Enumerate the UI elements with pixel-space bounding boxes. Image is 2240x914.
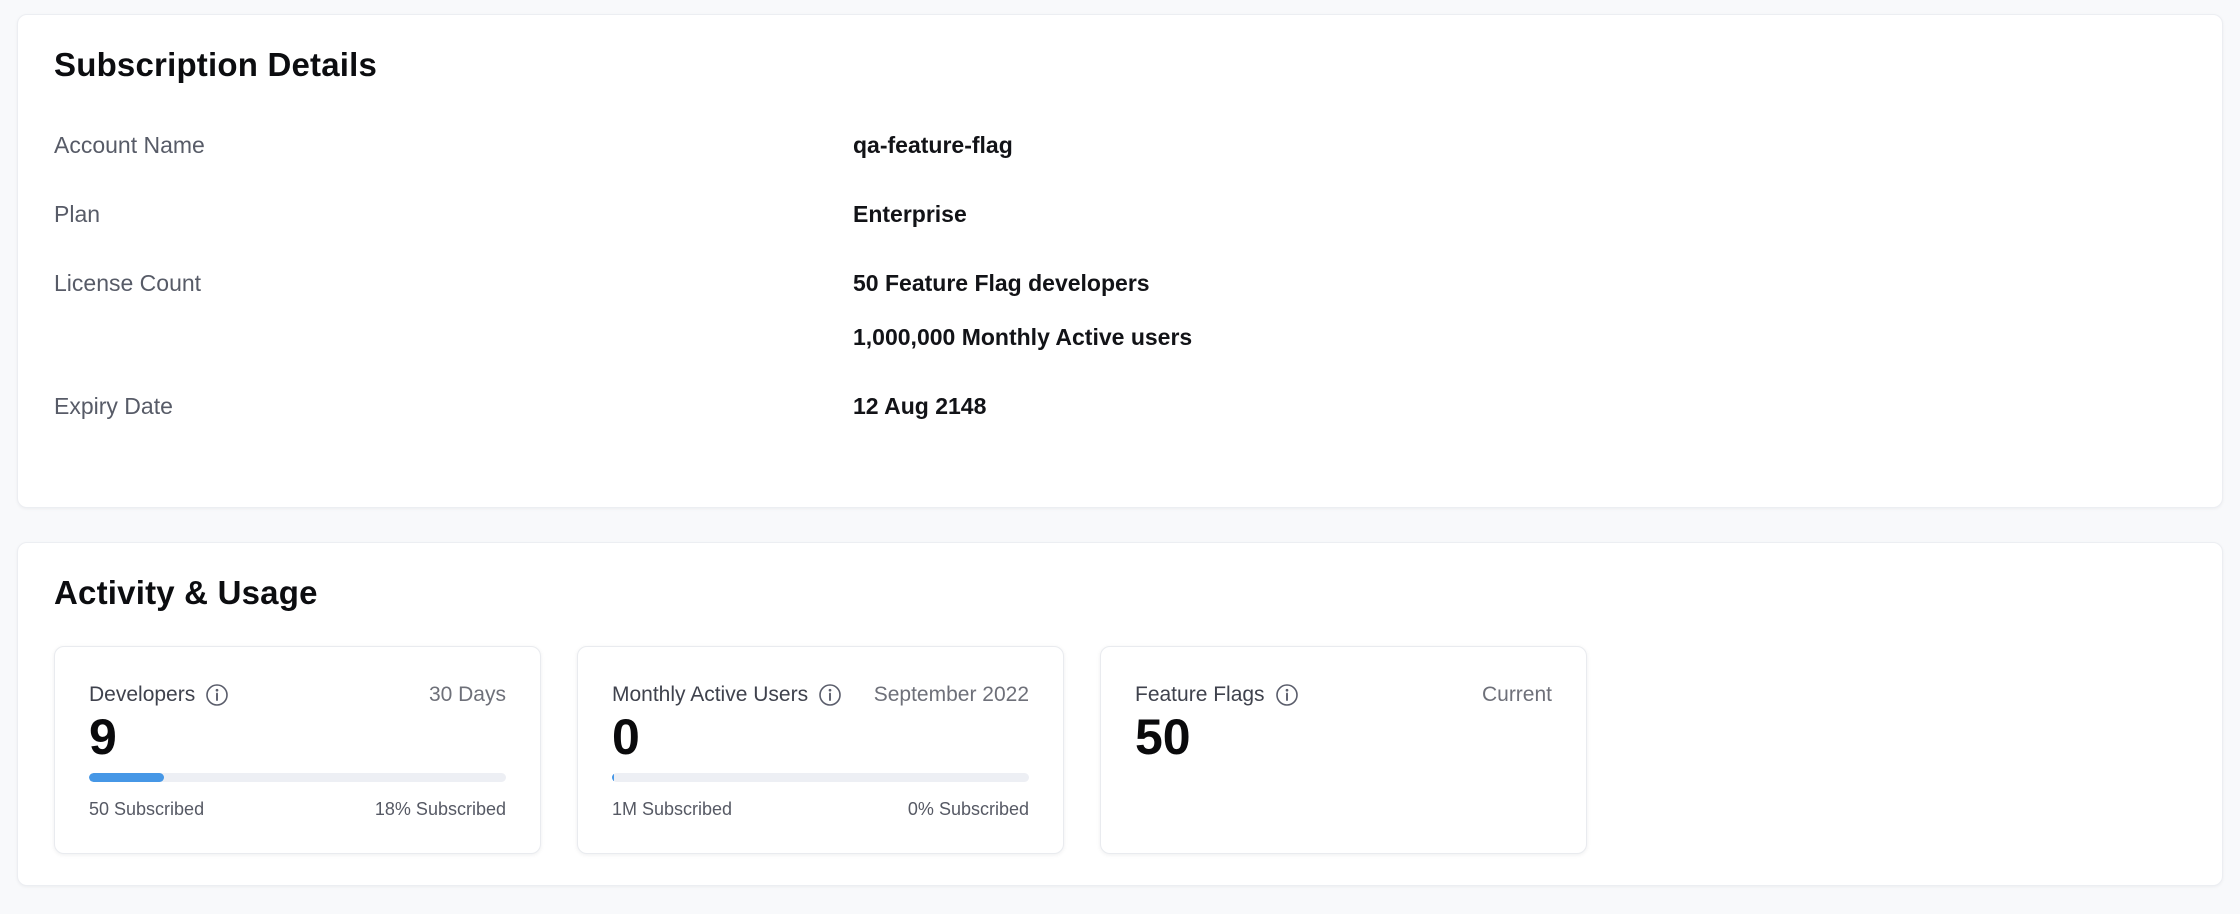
account-name-label: Account Name: [54, 133, 853, 158]
metric-value-mau: 0: [612, 715, 1029, 759]
metric-name-feature-flags: Feature Flags: [1135, 683, 1265, 707]
detail-row-expiry-date: Expiry Date 12 Aug 2148: [54, 394, 2186, 419]
metric-head: Feature Flags Current: [1135, 683, 1552, 707]
metrics-row: Developers 30 Days 9: [54, 646, 2186, 854]
license-count-mau: 1,000,000 Monthly Active users: [853, 325, 1192, 350]
metric-value-feature-flags: 50: [1135, 715, 1552, 759]
metric-value-developers: 9: [89, 715, 506, 759]
info-icon[interactable]: [1275, 683, 1299, 707]
metric-name-wrap: Feature Flags: [1135, 683, 1299, 707]
expiry-date-label: Expiry Date: [54, 394, 853, 419]
detail-row-license-count: License Count 50 Feature Flag developers…: [54, 271, 2186, 350]
subscription-detail-rows: Account Name qa-feature-flag Plan Enterp…: [54, 133, 2186, 419]
metric-head: Developers 30 Days: [89, 683, 506, 707]
plan-label: Plan: [54, 202, 853, 227]
mau-progress-fill: [612, 773, 614, 782]
detail-row-account-name: Account Name qa-feature-flag: [54, 133, 2186, 158]
account-name-value: qa-feature-flag: [853, 133, 1013, 158]
metric-card-developers: Developers 30 Days 9: [54, 646, 541, 854]
license-count-developers: 50 Feature Flag developers: [853, 271, 1192, 296]
developers-subscribed-percent: 18% Subscribed: [375, 797, 506, 822]
subscription-page: Subscription Details Account Name qa-fea…: [0, 14, 2240, 886]
developers-subscribed-count: 50 Subscribed: [89, 797, 204, 822]
metric-name-wrap: Monthly Active Users: [612, 683, 842, 707]
license-count-label: License Count: [54, 271, 853, 296]
metric-period-mau: September 2022: [874, 683, 1029, 707]
metric-footer: 50 Subscribed 18% Subscribed: [89, 797, 506, 822]
metric-name-developers: Developers: [89, 683, 195, 707]
metric-footer: 1M Subscribed 0% Subscribed: [612, 797, 1029, 822]
subscription-details-title: Subscription Details: [54, 45, 2186, 85]
mau-subscribed-percent: 0% Subscribed: [908, 797, 1029, 822]
metric-card-feature-flags: Feature Flags Current 50: [1100, 646, 1587, 854]
developers-progress-bar: [89, 773, 506, 782]
mau-subscribed-count: 1M Subscribed: [612, 797, 732, 822]
metric-name-wrap: Developers: [89, 683, 229, 707]
detail-row-plan: Plan Enterprise: [54, 202, 2186, 227]
activity-usage-title: Activity & Usage: [54, 573, 2186, 613]
metric-period-feature-flags: Current: [1482, 683, 1552, 707]
plan-value: Enterprise: [853, 202, 967, 227]
info-icon[interactable]: [818, 683, 842, 707]
metric-head: Monthly Active Users September 2022: [612, 683, 1029, 707]
mau-progress-bar: [612, 773, 1029, 782]
metric-card-monthly-active-users: Monthly Active Users September 2022 0: [577, 646, 1064, 854]
info-icon[interactable]: [205, 683, 229, 707]
license-count-values: 50 Feature Flag developers 1,000,000 Mon…: [853, 271, 1192, 350]
subscription-details-card: Subscription Details Account Name qa-fea…: [17, 14, 2223, 508]
metric-name-mau: Monthly Active Users: [612, 683, 808, 707]
metric-period-developers: 30 Days: [429, 683, 506, 707]
developers-progress-fill: [89, 773, 164, 782]
expiry-date-value: 12 Aug 2148: [853, 394, 986, 419]
activity-usage-card: Activity & Usage Developers: [17, 542, 2223, 886]
